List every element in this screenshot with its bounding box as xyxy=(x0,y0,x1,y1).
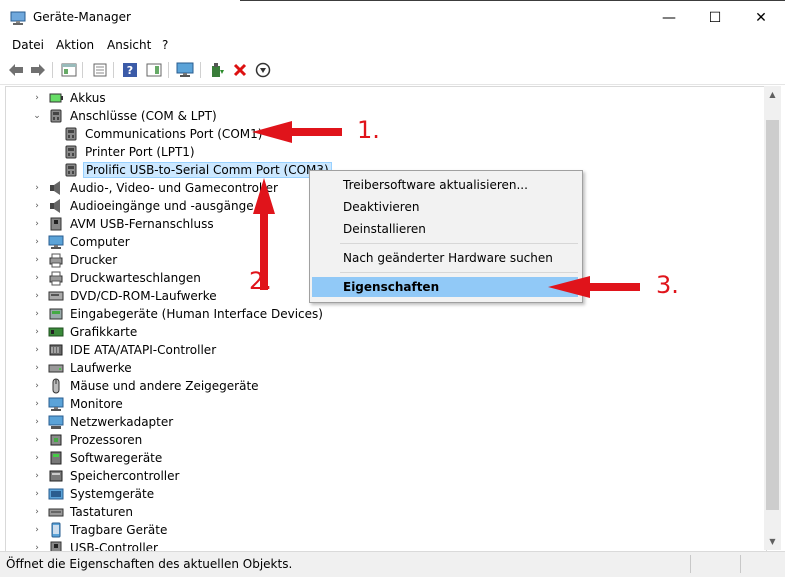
annotation-step-1: 1. xyxy=(357,116,380,144)
annotation-step-3: 3. xyxy=(656,271,679,299)
device-manager-window: Geräte-Manager — ☐ ✕ Datei Aktion Ansich… xyxy=(0,0,785,577)
arrow-1-icon xyxy=(252,121,342,143)
annotation-step-2: 2. xyxy=(249,267,272,295)
arrow-3-icon xyxy=(548,276,640,298)
